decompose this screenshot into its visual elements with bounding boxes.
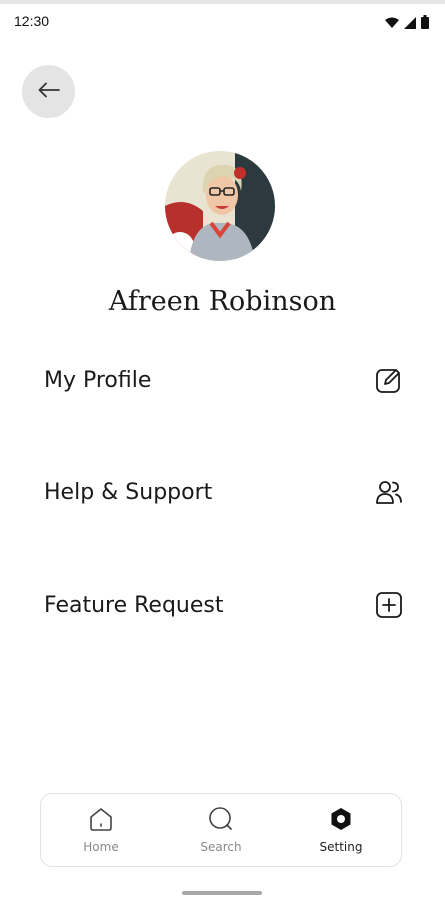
back-button[interactable] [22,65,75,118]
nav-label: Search [200,840,242,854]
profile-name: Afreen Robinson [108,286,337,317]
settings-icon [328,806,354,836]
signal-icon [404,14,416,33]
user-photo [165,151,275,261]
menu-item-my-profile[interactable]: My Profile [44,355,404,405]
status-time: 12:30 [14,13,50,29]
nav-label: Home [83,840,119,854]
avatar [165,151,275,261]
menu-item-label: My Profile [44,367,152,393]
home-indicator[interactable] [182,891,262,895]
menu-item-help-support[interactable]: Help & Support [44,467,404,517]
status-icons [385,14,429,33]
menu-item-label: Help & Support [44,479,213,505]
nav-item-search[interactable]: Search [176,806,266,854]
plus-square-icon [374,590,404,620]
search-icon [208,806,234,836]
edit-icon [374,365,404,395]
home-icon [88,806,114,836]
menu-item-label: Feature Request [44,592,224,618]
nav-item-setting[interactable]: Setting [296,806,386,854]
wifi-icon [385,14,399,33]
arrow-left-icon [38,82,60,102]
battery-icon [421,14,429,33]
nav-item-home[interactable]: Home [56,806,146,854]
status-bar: 12:30 [0,4,445,38]
menu-item-feature-request[interactable]: Feature Request [44,580,404,630]
nav-label: Setting [319,840,363,854]
bottom-navigation: Home Search Setting [40,793,402,867]
users-icon [374,477,404,507]
